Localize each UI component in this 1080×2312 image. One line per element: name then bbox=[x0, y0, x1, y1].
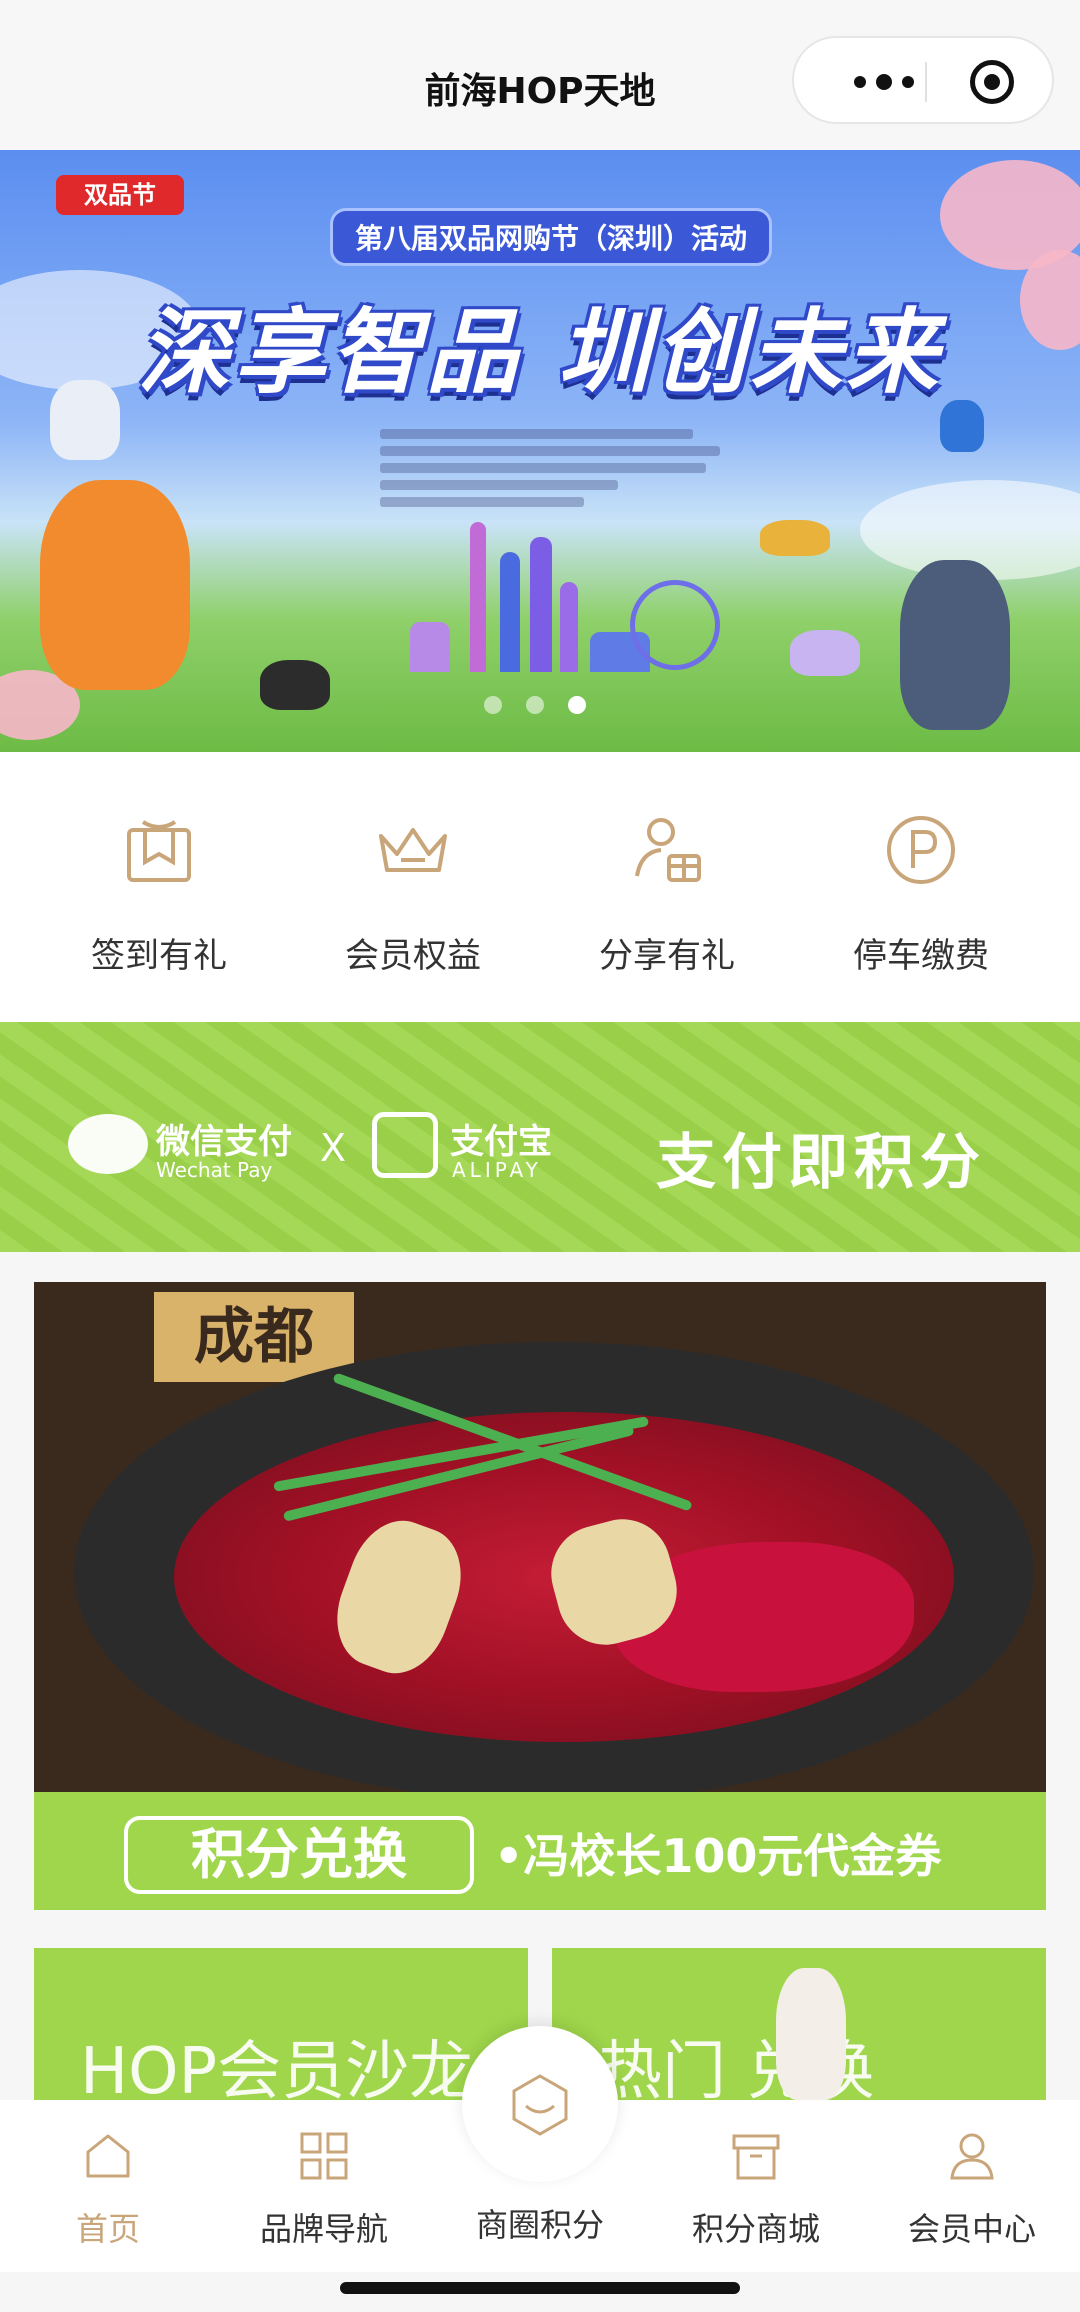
user-gift-icon bbox=[629, 812, 705, 888]
laptop-illustration bbox=[790, 630, 860, 676]
home-indicator bbox=[340, 2282, 740, 2294]
home-icon bbox=[86, 2134, 130, 2178]
robot-illustration bbox=[50, 380, 120, 460]
smartwatch-illustration bbox=[940, 400, 984, 452]
boy-vr-illustration bbox=[900, 560, 1010, 730]
alipay-en: ALIPAY bbox=[452, 1158, 542, 1182]
promo-strip: 积分兑换 •冯校长100元代金券 bbox=[34, 1792, 1046, 1910]
tab-label: 积分商城 bbox=[691, 2210, 820, 2248]
alipay-label: 支付宝 bbox=[450, 1122, 552, 1162]
banner-subtitle: 第八届双品网购节（深圳）活动 bbox=[330, 208, 772, 266]
hero-banner[interactable]: 双品节 第八届双品网购节（深圳）活动 深享智品 圳创未来 bbox=[0, 150, 1080, 752]
grid-icon bbox=[300, 2132, 348, 2180]
wechat-pay-en: Wechat Pay bbox=[156, 1158, 273, 1182]
pay-slogan: 支付即积分 bbox=[656, 1128, 986, 1198]
gift-box-icon bbox=[121, 812, 197, 888]
crown-icon bbox=[375, 812, 451, 888]
promo-description: •冯校长100元代金券 bbox=[494, 1829, 942, 1883]
store-box-icon bbox=[732, 2134, 780, 2180]
quick-item-label: 分享有礼 bbox=[599, 936, 735, 976]
drone-illustration bbox=[760, 520, 830, 556]
parking-icon bbox=[883, 812, 959, 888]
camera-illustration bbox=[260, 660, 330, 710]
tab-label: 商圈积分 bbox=[475, 2206, 604, 2244]
girl-character-illustration bbox=[40, 480, 190, 690]
user-icon bbox=[950, 2133, 994, 2180]
hot-exchange-tile[interactable]: 热门 兑换 bbox=[552, 1948, 1046, 2100]
alipay-icon bbox=[372, 1112, 438, 1178]
hexagon-icon bbox=[512, 2074, 568, 2136]
tab-home[interactable]: 首页 bbox=[0, 2130, 216, 2250]
tab-label: 会员中心 bbox=[907, 2210, 1036, 2248]
quick-item-parking[interactable]: 停车缴费 bbox=[794, 812, 1048, 977]
mini-program-capsule bbox=[792, 36, 1054, 124]
banner-title: 深享智品 圳创未来 bbox=[137, 299, 943, 406]
tab-points-mall[interactable]: 积分商城 bbox=[648, 2130, 864, 2250]
wechat-pay-icon bbox=[68, 1114, 148, 1174]
quick-item-member-benefits[interactable]: 会员权益 bbox=[286, 812, 540, 977]
carousel-dot[interactable] bbox=[484, 696, 502, 714]
quick-item-label: 停车缴费 bbox=[853, 936, 989, 976]
ferris-wheel-illustration bbox=[630, 580, 720, 670]
promo-tag: 积分兑换 bbox=[124, 1816, 474, 1894]
member-salon-tile[interactable]: HOP会员沙龙 bbox=[34, 1948, 528, 2100]
tab-label: 首页 bbox=[75, 2210, 140, 2248]
tab-label: 品牌导航 bbox=[259, 2210, 388, 2248]
close-target-icon[interactable] bbox=[970, 60, 1014, 104]
carousel-dot-active[interactable] bbox=[568, 696, 586, 714]
quick-item-label: 会员权益 bbox=[345, 936, 481, 976]
quick-menu: 签到有礼 会员权益 分享有礼 停车缴费 bbox=[0, 752, 1080, 1022]
carousel-dot[interactable] bbox=[526, 696, 544, 714]
restaurant-sign: 成都 bbox=[154, 1292, 354, 1382]
quick-item-checkin[interactable]: 签到有礼 bbox=[32, 812, 286, 977]
rabbit-mascot-icon bbox=[776, 1968, 846, 2100]
times-sign: X bbox=[320, 1126, 347, 1170]
festival-badge: 双品节 bbox=[56, 175, 184, 215]
carousel-indicator bbox=[484, 696, 586, 714]
quick-item-share[interactable]: 分享有礼 bbox=[540, 812, 794, 977]
points-exchange-promo[interactable]: 成都 积分兑换 •冯校长100元代金券 bbox=[34, 1282, 1046, 1910]
more-icon[interactable] bbox=[834, 62, 934, 102]
payment-points-banner[interactable]: 微信支付 Wechat Pay X 支付宝 ALIPAY 支付即积分 bbox=[0, 1022, 1080, 1252]
tile-label: HOP会员沙龙 bbox=[80, 2035, 474, 2100]
wechat-pay-label: 微信支付 bbox=[156, 1122, 292, 1162]
tab-brand-navigation[interactable]: 品牌导航 bbox=[216, 2130, 432, 2250]
capsule-divider bbox=[925, 62, 927, 102]
nav-header: 前海HOP天地 bbox=[0, 0, 1080, 150]
district-points-center-button[interactable] bbox=[462, 2026, 618, 2182]
tab-member-center[interactable]: 会员中心 bbox=[864, 2130, 1080, 2250]
quick-item-label: 签到有礼 bbox=[91, 936, 227, 976]
